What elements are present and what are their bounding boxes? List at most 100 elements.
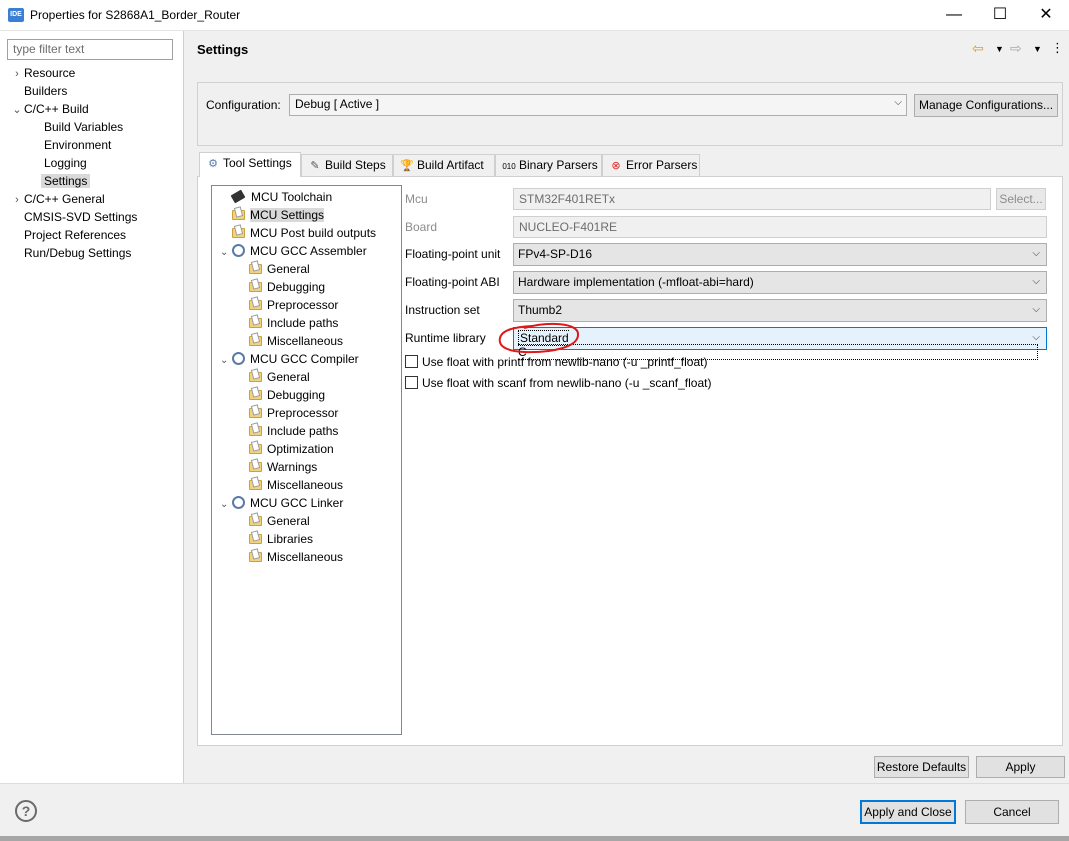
instruction-set-label: Instruction set <box>405 303 480 317</box>
chevron-right-icon[interactable]: › <box>10 191 24 209</box>
chevron-down-icon[interactable]: ⌄ <box>220 352 232 370</box>
nav-item-resource[interactable]: › Resource <box>10 64 75 82</box>
page-title: Settings <box>197 42 249 57</box>
runtime-library-label: Runtime library <box>405 331 486 345</box>
tree-item-label: General <box>267 514 310 528</box>
tree-item-mcu-settings[interactable]: MCU Settings <box>220 206 325 224</box>
tree-item-include-paths[interactable]: Include paths <box>249 314 338 332</box>
chevron-down-icon[interactable]: ⌄ <box>10 101 24 119</box>
nav-item-settings[interactable]: Settings <box>26 172 91 190</box>
chevron-right-icon[interactable]: › <box>10 65 24 83</box>
tab-build-steps[interactable]: ✎ Build Steps <box>301 154 393 176</box>
tree-item-miscellaneous[interactable]: Miscellaneous <box>249 332 343 350</box>
fpu-select[interactable]: FPv4-SP-D16 ⌵ <box>513 243 1047 266</box>
printf-float-checkbox[interactable]: Use float with printf from newlib-nano (… <box>405 355 707 369</box>
tab-build-artifact[interactable]: 🏆 Build Artifact <box>393 154 495 176</box>
tree-item-general[interactable]: General <box>249 368 310 386</box>
tool-settings-tree: MCU Toolchain MCU Settings MCU Post build … <box>211 185 402 735</box>
minimize-button[interactable]: — <box>931 0 977 30</box>
tree-item-debugging[interactable]: Debugging <box>249 278 325 296</box>
tree-item-mcu-gcc-assembler[interactable]: ⌄ MCU GCC Assembler <box>220 242 367 260</box>
chip-icon <box>230 189 246 204</box>
tree-item-label: Preprocessor <box>267 298 339 312</box>
app-icon: IDE <box>8 8 24 22</box>
cancel-button[interactable]: Cancel <box>965 800 1059 824</box>
nav-item-logging[interactable]: Logging <box>26 154 87 172</box>
close-button[interactable]: ✕ <box>1023 0 1069 30</box>
folder-icon <box>249 534 262 544</box>
chevron-down-icon[interactable]: ⌄ <box>220 244 232 262</box>
tree-item-label: MCU GCC Linker <box>250 496 344 510</box>
instruction-set-select[interactable]: Thumb2 ⌵ <box>513 299 1047 322</box>
tab-error-parsers[interactable]: ⊗ Error Parsers <box>602 154 700 176</box>
nav-item-builders[interactable]: Builders <box>10 82 67 100</box>
apply-button[interactable]: Apply <box>976 756 1065 778</box>
tree-item-preprocessor[interactable]: Preprocessor <box>249 296 338 314</box>
maximize-button[interactable]: ☐ <box>977 0 1023 30</box>
tree-item-include-paths[interactable]: Include paths <box>249 422 338 440</box>
restore-defaults-button[interactable]: Restore Defaults <box>874 756 969 778</box>
tree-item-libraries[interactable]: Libraries <box>249 530 313 548</box>
tree-item-miscellaneous[interactable]: Miscellaneous <box>249 548 343 566</box>
tree-item-label: Miscellaneous <box>267 550 344 564</box>
tree-item-mcu-post-build-outputs[interactable]: MCU Post build outputs <box>220 224 376 242</box>
printf-float-label: Use float with printf from newlib-nano (… <box>422 355 708 369</box>
fpu-label: Floating-point unit <box>405 247 501 261</box>
manage-configurations-button[interactable]: Manage Configurations... <box>914 94 1058 117</box>
build-artifact-icon: 🏆 <box>400 160 414 172</box>
tree-item-mcu-gcc-compiler[interactable]: ⌄ MCU GCC Compiler <box>220 350 359 368</box>
nav-item-c-c-build[interactable]: ⌄ C/C++ Build <box>10 100 88 119</box>
nav-item-environment[interactable]: Environment <box>26 136 111 154</box>
tree-item-preprocessor[interactable]: Preprocessor <box>249 404 338 422</box>
runtime-library-select[interactable]: Standard C ⌵ <box>513 327 1047 360</box>
nav-item-label: C/C++ General <box>24 192 105 206</box>
folder-icon <box>249 336 262 346</box>
tab-binary-parsers[interactable]: 010 Binary Parsers <box>495 154 602 176</box>
nav-item-project-references[interactable]: Project References <box>10 226 126 244</box>
tree-item-debugging[interactable]: Debugging <box>249 386 325 404</box>
nav-item-c-c-general[interactable]: › C/C++ General <box>10 190 105 208</box>
checkbox-box[interactable] <box>405 376 418 389</box>
tree-item-general[interactable]: General <box>249 260 310 278</box>
folder-icon <box>249 300 262 310</box>
build-steps-icon: ✎ <box>310 160 320 172</box>
forward-arrow-icon[interactable]: ⇨ <box>1010 40 1022 58</box>
tab-tool-settings[interactable]: ⚙ Tool Settings <box>199 152 301 177</box>
nav-item-run-debug-settings[interactable]: Run/Debug Settings <box>10 244 131 262</box>
nav-item-label: Settings <box>41 174 91 188</box>
view-menu-icon[interactable]: ⋮ <box>1051 40 1064 58</box>
tree-item-mcu-gcc-linker[interactable]: ⌄ MCU GCC Linker <box>220 494 343 512</box>
tree-item-label: MCU Post build outputs <box>250 226 377 240</box>
apply-and-close-button[interactable]: Apply and Close <box>860 800 956 824</box>
chevron-down-icon[interactable]: ⌄ <box>220 496 232 514</box>
checkbox-box[interactable] <box>405 355 418 368</box>
scanf-float-label: Use float with scanf from newlib-nano (-… <box>422 376 712 390</box>
tab-label: Build Steps <box>325 158 386 172</box>
tree-item-warnings[interactable]: Warnings <box>249 458 317 476</box>
configuration-select[interactable]: Debug [ Active ] ⌵ <box>289 94 907 116</box>
nav-item-build-variables[interactable]: Build Variables <box>26 118 123 136</box>
tree-item-general[interactable]: General <box>249 512 310 530</box>
forward-menu-icon[interactable]: ▼ <box>1033 44 1042 62</box>
mcu-select-button: Select... <box>996 188 1046 210</box>
folder-icon <box>249 444 262 454</box>
filter-input[interactable]: type filter text <box>7 39 173 60</box>
fpabi-select[interactable]: Hardware implementation (-mfloat-abi=har… <box>513 271 1047 294</box>
configuration-label: Configuration: <box>206 98 281 112</box>
chevron-down-icon: ⌵ <box>1032 304 1040 315</box>
tree-item-miscellaneous[interactable]: Miscellaneous <box>249 476 343 494</box>
nav-item-cmsis-svd-settings[interactable]: CMSIS-SVD Settings <box>10 208 137 226</box>
configuration-value: Debug [ Active ] <box>295 97 380 111</box>
tree-item-optimization[interactable]: Optimization <box>249 440 334 458</box>
folder-icon <box>232 228 245 238</box>
nav-item-label: Builders <box>24 84 68 98</box>
window-title: Properties for S2868A1_Border_Router <box>30 8 241 22</box>
scanf-float-checkbox[interactable]: Use float with scanf from newlib-nano (-… <box>405 376 711 390</box>
tree-item-mcu-toolchain[interactable]: MCU Toolchain <box>220 188 332 206</box>
back-menu-icon[interactable]: ▼ <box>995 44 1004 62</box>
error-parsers-icon: ⊗ <box>611 160 621 172</box>
help-icon[interactable]: ? <box>15 800 37 822</box>
back-arrow-icon[interactable]: ⇦ <box>972 40 984 58</box>
tree-item-label: Debugging <box>267 280 326 294</box>
chevron-down-icon: ⌵ <box>1032 332 1040 343</box>
